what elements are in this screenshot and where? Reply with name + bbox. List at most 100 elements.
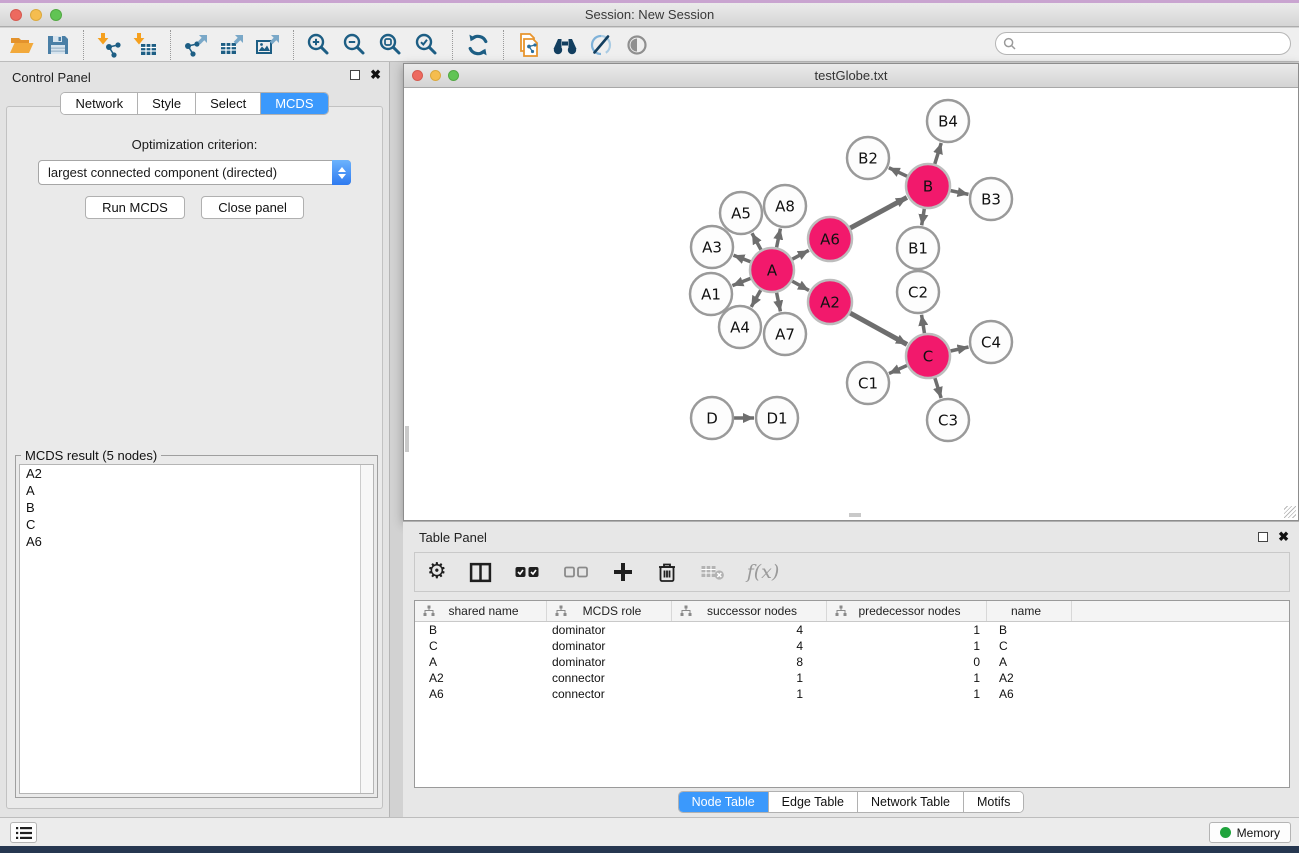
network-canvas[interactable]: B4B2BB3A5A8A6B1A3AC2A1A2A4A7CC4C1C3DD1	[405, 89, 1297, 519]
edge-A2-C[interactable]	[850, 313, 907, 344]
node-A[interactable]: A	[750, 248, 794, 292]
column-header-predecessor-nodes[interactable]: predecessor nodes	[827, 601, 987, 621]
node-table[interactable]: shared nameMCDS rolesuccessor nodesprede…	[414, 600, 1290, 788]
run-mcds-button[interactable]: Run MCDS	[85, 196, 185, 219]
hide-all-columns-button[interactable]	[563, 559, 590, 585]
edge-C-C4[interactable]	[950, 347, 968, 351]
resize-grip[interactable]	[1284, 506, 1296, 518]
node-C1[interactable]: C1	[847, 362, 889, 404]
vertical-scroll-thumb[interactable]	[405, 426, 409, 452]
column-settings-button[interactable]: ⚙	[427, 559, 447, 585]
network-graph[interactable]: B4B2BB3A5A8A6B1A3AC2A1A2A4A7CC4C1C3DD1	[405, 89, 1299, 521]
search-field[interactable]	[995, 32, 1291, 55]
zoom-selected-button[interactable]	[409, 30, 445, 60]
node-B[interactable]: B	[906, 164, 950, 208]
node-A6[interactable]: A6	[808, 217, 852, 261]
function-builder-button[interactable]: f(x)	[747, 559, 780, 585]
zoom-in-button[interactable]	[301, 30, 337, 60]
edge-A-A3[interactable]	[733, 255, 750, 262]
tab-mcds[interactable]: MCDS	[261, 93, 327, 114]
export-network-button[interactable]	[178, 30, 214, 60]
node-B2[interactable]: B2	[847, 137, 889, 179]
node-A3[interactable]: A3	[691, 226, 733, 268]
delete-table-button[interactable]	[700, 559, 725, 585]
memory-button[interactable]: Memory	[1209, 822, 1291, 843]
node-B1[interactable]: B1	[897, 227, 939, 269]
tab-network[interactable]: Network	[61, 93, 138, 114]
delete-columns-button[interactable]	[656, 559, 678, 585]
mcds-result-list[interactable]: A2ABCA6	[19, 464, 374, 794]
mcds-result-item[interactable]: B	[20, 499, 373, 516]
edge-A-A8[interactable]	[777, 229, 781, 248]
tab-style[interactable]: Style	[138, 93, 196, 114]
tab-motifs[interactable]: Motifs	[964, 792, 1023, 812]
import-table-button[interactable]	[127, 30, 163, 60]
zoom-out-button[interactable]	[337, 30, 373, 60]
close-window-button[interactable]	[10, 9, 22, 21]
float-table-panel-icon[interactable]	[1258, 532, 1268, 542]
edge-B-B1[interactable]	[922, 209, 925, 226]
node-C4[interactable]: C4	[970, 321, 1012, 363]
mcds-result-item[interactable]: A2	[20, 465, 373, 482]
node-A4[interactable]: A4	[719, 306, 761, 348]
open-file-button[interactable]	[4, 30, 40, 60]
mcds-result-item[interactable]: C	[20, 516, 373, 533]
edge-C-C3[interactable]	[935, 378, 941, 398]
node-B3[interactable]: B3	[970, 178, 1012, 220]
zoom-network-button[interactable]	[448, 70, 459, 81]
export-table-button[interactable]	[214, 30, 250, 60]
node-C2[interactable]: C2	[897, 271, 939, 313]
edge-C-C1[interactable]	[889, 365, 907, 373]
column-header-shared-name[interactable]: shared name	[415, 601, 547, 621]
save-session-button[interactable]	[40, 30, 76, 60]
node-B4[interactable]: B4	[927, 100, 969, 142]
criterion-dropdown[interactable]: largest connected component (directed)	[38, 160, 351, 185]
edge-A-A6[interactable]	[792, 250, 809, 259]
scrollbar-track[interactable]	[360, 465, 373, 793]
first-neighbors-button[interactable]	[547, 30, 583, 60]
table-row-a2[interactable]: A2connector11A2	[415, 670, 1289, 686]
task-history-button[interactable]	[10, 822, 37, 843]
show-all-columns-button[interactable]	[514, 559, 541, 585]
edge-C-C2[interactable]	[922, 315, 925, 334]
edge-B-B4[interactable]	[935, 143, 941, 164]
table-row-a6[interactable]: A6connector11A6	[415, 686, 1289, 702]
app-titlebar[interactable]: Session: New Session	[0, 3, 1299, 27]
edge-A-A5[interactable]	[752, 233, 761, 250]
mcds-result-item[interactable]: A6	[20, 533, 373, 550]
hide-selected-button[interactable]	[583, 30, 619, 60]
node-A5[interactable]: A5	[720, 192, 762, 234]
table-row-b[interactable]: Bdominator41B	[415, 622, 1289, 638]
edge-A6-B[interactable]	[850, 197, 907, 228]
zoom-fit-button[interactable]	[373, 30, 409, 60]
close-table-panel-icon[interactable]: ✖	[1278, 531, 1289, 543]
search-input[interactable]	[1017, 35, 1290, 53]
network-window-titlebar[interactable]: testGlobe.txt	[404, 64, 1298, 88]
level-of-detail-button[interactable]	[619, 30, 655, 60]
close-network-button[interactable]	[412, 70, 423, 81]
create-column-button[interactable]	[612, 559, 634, 585]
split-panel-button[interactable]	[469, 559, 492, 585]
tab-network-table[interactable]: Network Table	[858, 792, 964, 812]
table-row-a[interactable]: Adominator80A	[415, 654, 1289, 670]
column-header-name[interactable]: name	[987, 601, 1072, 621]
edge-A-A7[interactable]	[777, 293, 781, 312]
tab-node-table[interactable]: Node Table	[679, 792, 769, 812]
refresh-button[interactable]	[460, 30, 496, 60]
node-C3[interactable]: C3	[927, 399, 969, 441]
tab-edge-table[interactable]: Edge Table	[769, 792, 858, 812]
node-A1[interactable]: A1	[690, 273, 732, 315]
node-A8[interactable]: A8	[764, 185, 806, 227]
node-A2[interactable]: A2	[808, 280, 852, 324]
minimize-window-button[interactable]	[30, 9, 42, 21]
minimize-network-button[interactable]	[430, 70, 441, 81]
float-panel-icon[interactable]	[350, 70, 360, 80]
table-row-c[interactable]: Cdominator41C	[415, 638, 1289, 654]
column-header-successor-nodes[interactable]: successor nodes	[672, 601, 827, 621]
copy-network-button[interactable]	[511, 30, 547, 60]
zoom-window-button[interactable]	[50, 9, 62, 21]
edge-A-A4[interactable]	[751, 290, 760, 307]
edge-A-A2[interactable]	[792, 281, 809, 290]
node-D1[interactable]: D1	[756, 397, 798, 439]
export-image-button[interactable]	[250, 30, 286, 60]
